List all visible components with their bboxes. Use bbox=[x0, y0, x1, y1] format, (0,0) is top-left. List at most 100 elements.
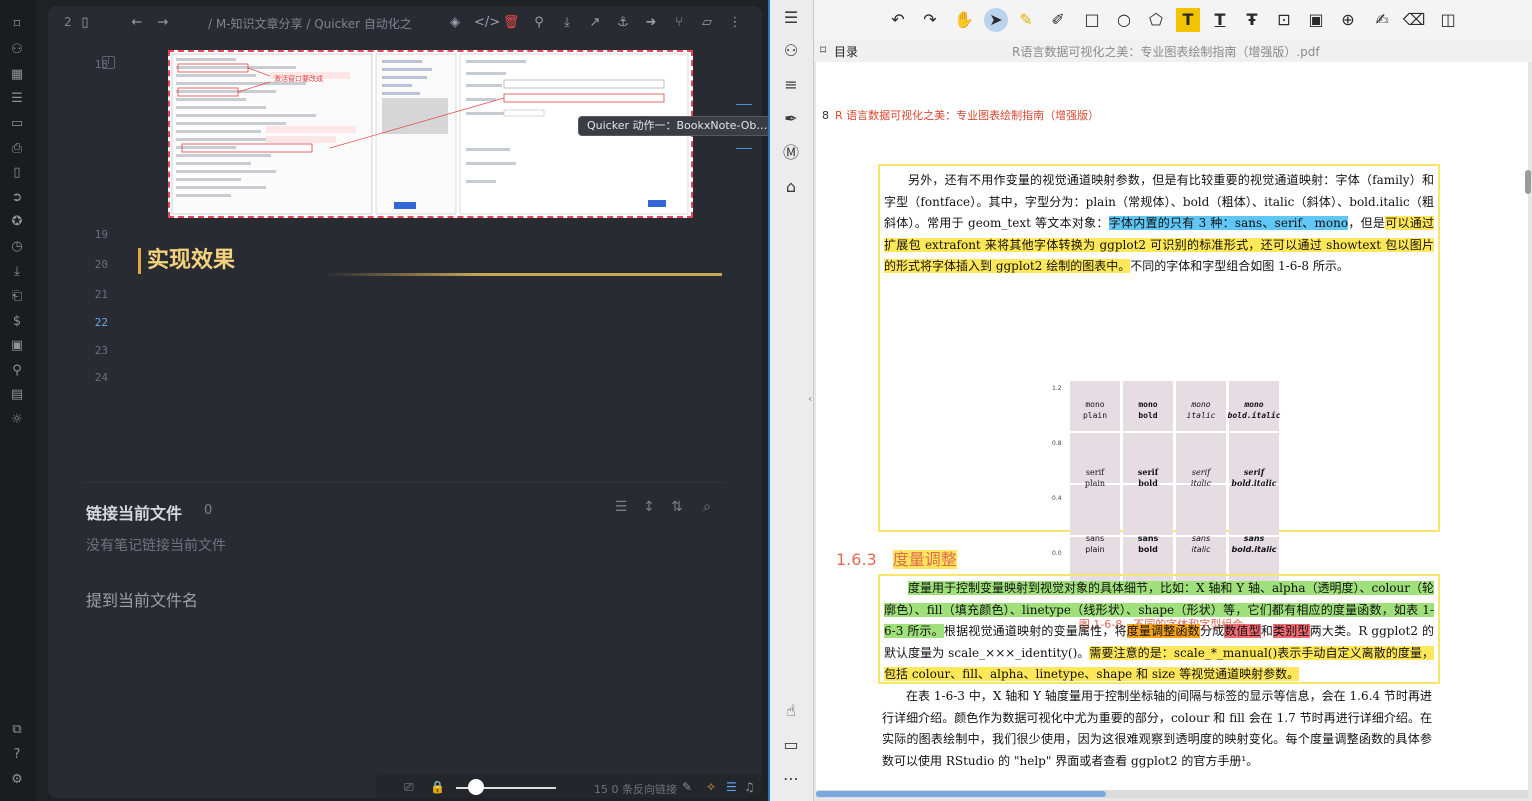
external-link-icon[interactable]: ↗ bbox=[586, 14, 604, 32]
quill-icon[interactable]: ✒ bbox=[780, 108, 802, 130]
backlinks-status[interactable]: 15 0 条反向链接 bbox=[594, 781, 677, 797]
layers-icon[interactable]: ◈ bbox=[446, 14, 464, 32]
para2-text: 根据视觉通道映射的变量属性，将 bbox=[943, 624, 1127, 638]
sort-icon[interactable]: ⇅ bbox=[668, 499, 686, 517]
trash-icon[interactable]: 🗑 bbox=[502, 14, 520, 32]
collapse-sidebar-icon[interactable]: ‹ bbox=[808, 392, 812, 405]
screenshot-annotation: 激活窗口要改成 bbox=[274, 75, 323, 83]
lock-icon[interactable]: 🔒 bbox=[430, 780, 445, 794]
grid-icon[interactable]: ▦ bbox=[8, 66, 26, 84]
image-icon[interactable]: ▣ bbox=[8, 337, 26, 355]
bell-icon[interactable]: ♫ bbox=[744, 780, 755, 794]
book-icon[interactable]: ▯ bbox=[8, 164, 26, 182]
plot-cell-label: sans bold bbox=[1137, 534, 1159, 554]
toc-button[interactable]: 目录 bbox=[834, 43, 858, 60]
breadcrumb[interactable]: / M-知识文章分享 / Quicker 自动化之 bbox=[208, 15, 412, 32]
text-strike-icon[interactable]: Ŧ bbox=[1240, 8, 1264, 32]
download-icon[interactable]: ⤓ bbox=[558, 14, 576, 32]
pen-icon[interactable]: ✎ bbox=[682, 780, 692, 794]
vault-icon[interactable]: ⧉ bbox=[8, 721, 26, 739]
outline-marker bbox=[736, 148, 752, 149]
graph-icon[interactable]: ⚇ bbox=[8, 41, 26, 59]
bookmark-icon[interactable]: ⌑ bbox=[820, 43, 826, 57]
list-check-icon[interactable]: ☰ bbox=[726, 780, 737, 794]
highlight-frame[interactable]: 另外，还有不用作变量的视觉通道映射参数，但是有比较重要的视觉通道映射：字体（fa… bbox=[878, 164, 1440, 631]
mindmap-icon[interactable]: ⚇ bbox=[780, 40, 802, 62]
code-icon[interactable]: </> bbox=[474, 14, 500, 32]
outline-list-icon[interactable]: ☰ bbox=[780, 7, 802, 29]
signature-pen-icon[interactable]: ✍ bbox=[1370, 8, 1394, 32]
anchor-icon[interactable]: ⚓ bbox=[614, 14, 632, 32]
settings-icon[interactable]: ⚙ bbox=[8, 771, 26, 789]
highlight-red[interactable]: 类别型 bbox=[1273, 624, 1310, 638]
rectangle-icon[interactable]: □ bbox=[1080, 8, 1104, 32]
hand-icon[interactable]: ✋ bbox=[952, 8, 976, 32]
tag-icon[interactable]: ⌂ bbox=[780, 176, 802, 198]
notes-list-icon[interactable]: ≡ bbox=[780, 74, 802, 96]
book-open-icon[interactable]: ▱ bbox=[698, 14, 716, 32]
git-branch-icon[interactable]: ⑂ bbox=[670, 14, 688, 32]
kanban-icon[interactable]: ☰ bbox=[8, 90, 26, 108]
globe-icon[interactable]: ⊕ bbox=[1336, 8, 1360, 32]
eraser-icon[interactable]: ⌫ bbox=[1402, 8, 1426, 32]
more-vertical-icon[interactable]: ⋮ bbox=[726, 14, 744, 32]
help-icon[interactable]: ? bbox=[8, 746, 26, 764]
more-horizontal-icon[interactable]: ⋯ bbox=[780, 768, 802, 790]
text-underline-icon[interactable]: T bbox=[1208, 8, 1232, 32]
plot-cell-label: serif bold bbox=[1137, 467, 1159, 488]
highlight-blue[interactable]: 字体内置的只有 3 种：sans、serif、mono bbox=[1108, 216, 1349, 230]
search-icon[interactable]: ⌕ bbox=[698, 499, 716, 517]
pin-icon[interactable]: ⚲ bbox=[8, 362, 26, 380]
plot-cell-label: sans plain bbox=[1085, 534, 1105, 554]
forward-arrow-icon[interactable]: → bbox=[154, 14, 172, 32]
highlighter-icon[interactable]: ✎ bbox=[1014, 8, 1038, 32]
award-icon[interactable]: ✪ bbox=[8, 213, 26, 231]
fold-indicator-icon[interactable]: ⁝ bbox=[102, 56, 115, 69]
file-icon[interactable]: ▯ bbox=[76, 14, 94, 32]
vertical-scroll-thumb[interactable] bbox=[1525, 170, 1531, 194]
arrow-circle-icon[interactable]: ➜ bbox=[642, 14, 660, 32]
highlight-orange[interactable]: 度量调整函数 bbox=[1126, 624, 1200, 638]
pen-icon[interactable]: ✐ bbox=[1046, 8, 1070, 32]
expand-vertical-icon[interactable]: ↕ bbox=[640, 499, 658, 517]
cursor-select-icon[interactable]: ➤ bbox=[984, 8, 1008, 32]
circle-icon[interactable]: ○ bbox=[1112, 8, 1136, 32]
zoom-slider-handle[interactable] bbox=[468, 779, 484, 795]
bookmark-icon[interactable]: ⌑ bbox=[8, 16, 26, 34]
pin-icon[interactable]: ⚲ bbox=[530, 14, 548, 32]
list-icon[interactable]: ☰ bbox=[612, 499, 630, 517]
horizontal-scrollbar[interactable] bbox=[816, 790, 1528, 798]
file-plus-icon[interactable]: ⎗ bbox=[8, 288, 26, 306]
paragraph-fonts: 另外，还有不用作变量的视觉通道映射参数，但是有比较重要的视觉通道映射：字体（fa… bbox=[884, 170, 1435, 278]
plot-cell-label: mono bold.italic bbox=[1227, 400, 1281, 420]
clock-icon[interactable]: ◷ bbox=[8, 238, 26, 256]
circle-arrow-icon[interactable]: ➲ bbox=[8, 189, 26, 207]
undo-icon[interactable]: ↶ bbox=[886, 8, 910, 32]
y-tick-label: 0.8 bbox=[1052, 440, 1062, 447]
image-add-icon[interactable]: ▣ bbox=[1304, 8, 1328, 32]
inbox-icon[interactable]: ⤓ bbox=[8, 263, 26, 281]
section-title[interactable]: 度量调整 bbox=[892, 550, 957, 569]
printer-icon[interactable]: ⎙ bbox=[8, 140, 26, 158]
redo-icon[interactable]: ↷ bbox=[918, 8, 942, 32]
horizontal-scroll-thumb[interactable] bbox=[816, 791, 1106, 797]
text-box-icon[interactable]: ⊡ bbox=[1272, 8, 1296, 32]
para2-text: 分成 bbox=[1199, 624, 1225, 638]
text-highlight-icon[interactable]: T bbox=[1176, 8, 1200, 32]
note-heading[interactable]: 实现效果 bbox=[138, 248, 235, 274]
broom-icon[interactable]: ✧ bbox=[706, 780, 716, 794]
calendar-icon[interactable]: ▤ bbox=[8, 386, 26, 404]
split-view-icon[interactable]: ◫ bbox=[1436, 8, 1460, 32]
highlight-red[interactable]: 数值型 bbox=[1224, 624, 1261, 638]
polygon-icon[interactable]: ⬠ bbox=[1144, 8, 1168, 32]
lightbulb-icon[interactable]: ☼ bbox=[8, 411, 26, 429]
dollar-icon[interactable]: $ bbox=[8, 313, 26, 331]
markdown-icon[interactable]: Ⓜ bbox=[780, 142, 802, 164]
briefcase-icon[interactable]: ▭ bbox=[8, 115, 26, 133]
panel-bottom-icon[interactable]: ▭ bbox=[780, 734, 802, 756]
highlight-frame[interactable]: 度量用于控制变量映射到视觉对象的具体细节，比如：X 轴和 Y 轴、alpha（透… bbox=[878, 574, 1440, 684]
hand-pointer-icon[interactable]: ☝ bbox=[780, 700, 802, 722]
airplay-icon[interactable]: ⎚ bbox=[404, 780, 414, 795]
unlinked-mentions-title[interactable]: 提到当前文件名 bbox=[86, 587, 198, 611]
back-arrow-icon[interactable]: ← bbox=[128, 14, 146, 32]
